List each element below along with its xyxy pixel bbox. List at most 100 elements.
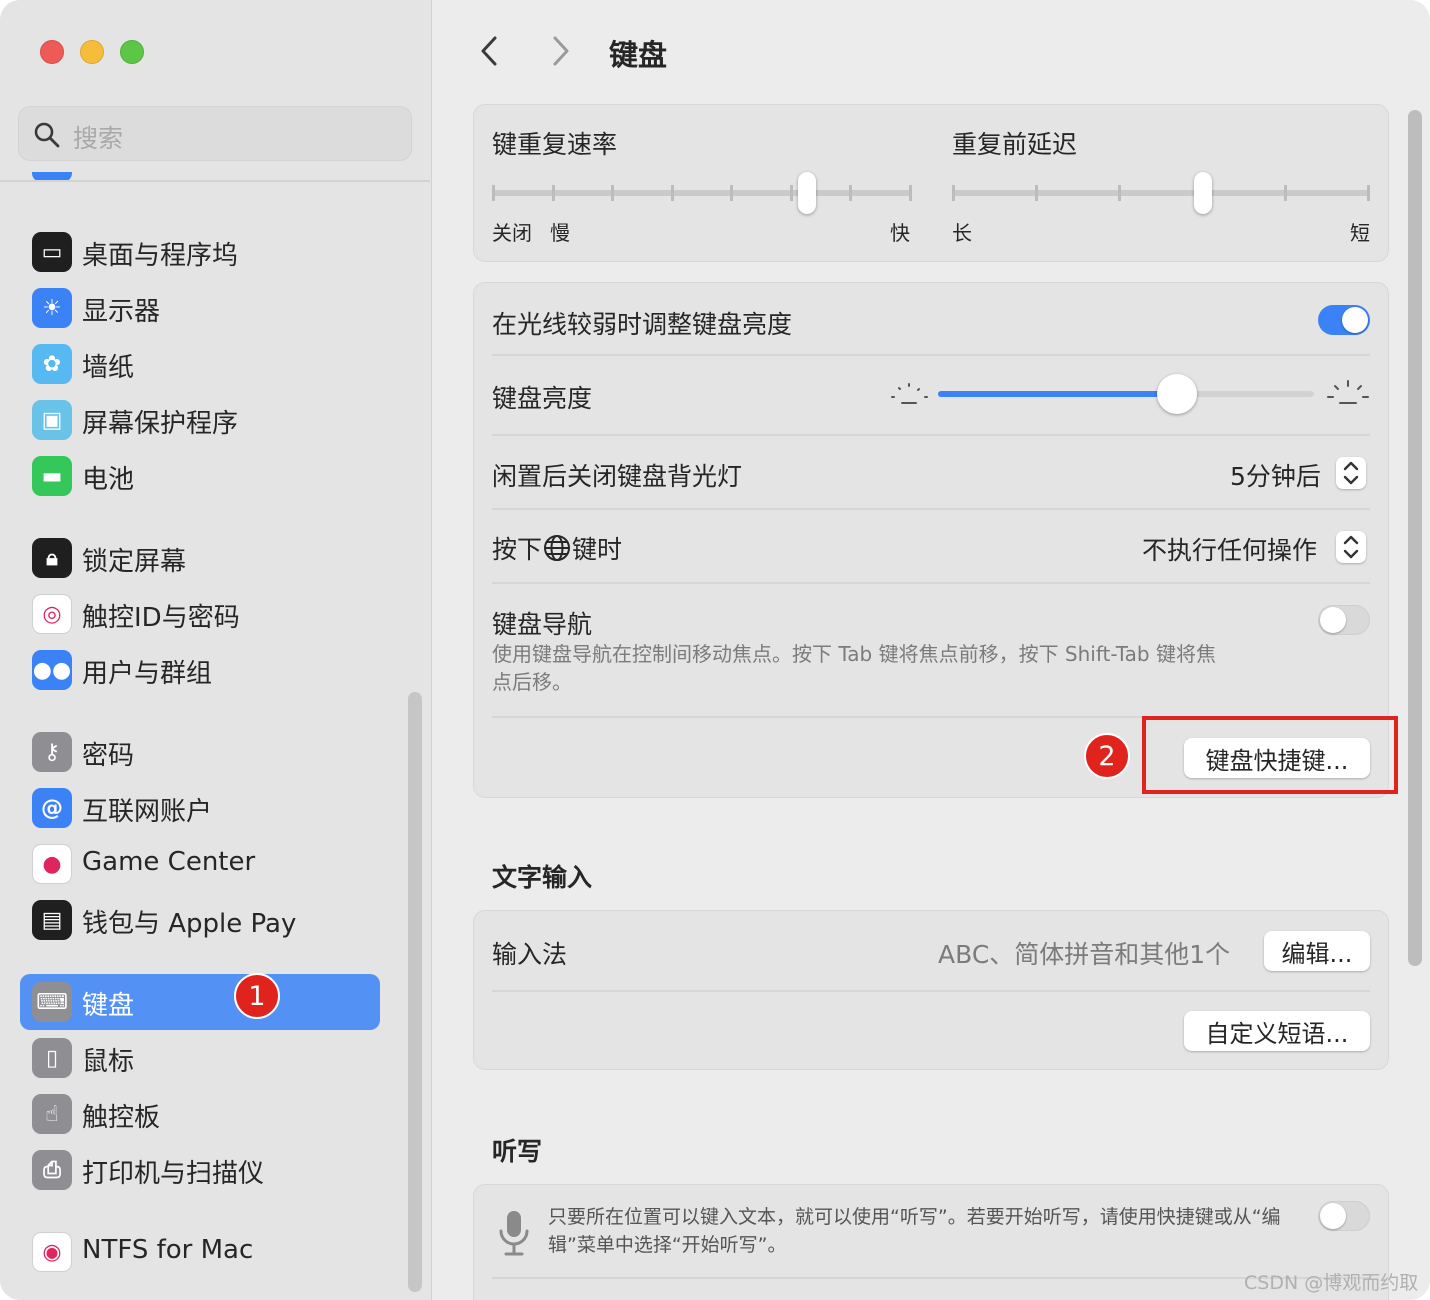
globe-stepper[interactable] [1336,531,1366,563]
globe-key-label: 按下 键时 [492,531,622,565]
sidebar-item-label: 键盘 [82,991,135,1021]
battery-icon: ▬ [32,456,72,496]
key-repeat-card: 键重复速率 重复前延迟 关闭 慢 快 长 短 [473,104,1389,262]
idle-label: 闲置后关闭键盘背光灯 [492,462,743,491]
sidebar-item[interactable]: ◎ 触控ID与密码 [20,586,380,642]
sidebar-item[interactable]: ●● 用户与群组 [20,642,380,698]
sidebar-item-label: 触控板 [82,1103,161,1133]
forward-arrow-icon[interactable] [547,34,573,68]
sidebar-item[interactable]: ▬ 电池 [20,448,380,504]
sidebar-item[interactable]: ◉ NTFS for Mac [20,1224,380,1280]
page-title: 键盘 [609,38,668,72]
repeat-rate-knob[interactable] [798,172,816,214]
slider-tick [671,185,674,201]
game-center-icon: ● [32,844,72,884]
sidebar-item[interactable]: ▭ 桌面与程序坞 [20,224,380,280]
globe-value[interactable]: 不执行任何操作 [1142,531,1317,567]
slider-tick [1035,185,1038,201]
globe-label-pre: 按下 [492,535,543,564]
globe-icon [544,535,571,561]
slider-tick [1367,185,1370,201]
custom-phrases-button[interactable]: 自定义短语... [1184,1011,1370,1051]
up-down-chevron-icon [1343,535,1359,559]
sidebar-item[interactable]: ⎙ 打印机与扫描仪 [20,1142,380,1198]
dictation-section-title: 听写 [492,1137,543,1166]
wallet-icon: ▤ [32,900,72,940]
sidebar-item[interactable]: ▣ 屏幕保护程序 [20,392,380,448]
search-field[interactable]: 搜索 [18,106,412,161]
auto-adjust-label: 在光线较弱时调整键盘亮度 [492,310,793,339]
sidebar-item-label: 显示器 [82,297,161,327]
repeat-delay-slider[interactable] [952,171,1370,215]
sidebar-scrollbar[interactable] [408,692,422,1292]
brightness-slider[interactable] [938,373,1314,415]
close-button[interactable] [40,40,64,64]
sidebar-item[interactable]: ☀ 显示器 [20,280,380,336]
row-separator [492,1277,1370,1279]
sidebar-item-label: 电池 [82,465,135,495]
sidebar-item-label: 桌面与程序坞 [82,241,239,271]
keyboard-nav-label: 键盘导航 [492,610,593,639]
sidebar-item[interactable]: ▤ 钱包与 Apple Pay [20,892,380,948]
search-placeholder: 搜索 [73,124,124,153]
dock-icon: ▭ [32,232,72,272]
row-separator [492,990,1370,992]
keyboard-icon: ⌨ [32,982,72,1022]
sidebar-item[interactable]: ✿ 墙纸 [20,336,380,392]
sidebar-item-label: 密码 [82,741,135,771]
sidebar-item-label: 锁定屏幕 [82,547,187,577]
slider-tick [909,185,912,201]
sidebar-item[interactable]: 🔒︎ 锁定屏幕 [20,530,380,586]
brightness-high-icon [1327,380,1369,404]
main-scrollbar[interactable] [1408,110,1422,966]
fingerprint-icon: ◎ [32,594,72,634]
sidebar-item-label: 触控ID与密码 [82,603,240,633]
input-method-label: 输入法 [492,940,568,969]
at-icon: @ [32,788,72,828]
sidebar-item-label: 鼠标 [82,1047,135,1077]
repeat-rate-slider[interactable] [492,171,912,215]
edit-input-methods-button[interactable]: 编辑... [1264,931,1370,971]
watermark: CSDN @博观而约取 [1244,1272,1419,1294]
brightness-knob[interactable] [1157,374,1197,414]
sidebar-item[interactable]: ⚷ 密码 [20,724,380,780]
sidebar-item[interactable]: @ 互联网账户 [20,780,380,836]
flower-icon: ✿ [32,344,72,384]
sidebar-item[interactable]: ● Game Center [20,836,380,892]
slider-tick [790,185,793,201]
sidebar-item[interactable]: ⌨ 键盘 [20,974,380,1030]
sidebar: 搜索 ▭ 桌面与程序坞 ☀ 显示器 ✿ 墙纸 ▣ 屏幕保护程序 ▬ 电池 🔒︎ 锁定屏幕 ◎ 触控ID与密… [0,0,432,1300]
repeat-delay-knob[interactable] [1194,172,1212,214]
sidebar-item-label: 互联网账户 [82,797,213,827]
brightness-label: 键盘亮度 [492,384,593,413]
repeat-delay-title: 重复前延迟 [952,130,1078,159]
annotation-highlight-box [1142,716,1398,794]
brightness-low-icon [891,383,928,404]
microphone-icon [499,1211,529,1256]
row-separator [492,434,1370,436]
repeat-rate-title: 键重复速率 [492,130,618,159]
idle-value[interactable]: 5分钟后 [1230,457,1321,493]
rate-label-slow: 慢 [550,221,570,245]
dictation-description: 只要所在位置可以键入文本，就可以使用“听写”。若要开始听写，请使用快捷键或从“编… [548,1206,1281,1256]
ntfs-icon: ◉ [32,1232,72,1272]
sidebar-divider [0,180,430,182]
slider-tick [1118,185,1121,201]
keyboard-nav-description: 使用键盘导航在控制间移动焦点。按下 Tab 键将焦点前移，按下 Shift-Ta… [492,642,1216,694]
users-icon: ●● [32,650,72,690]
idle-stepper[interactable] [1336,457,1366,489]
sidebar-item-label: 屏幕保护程序 [82,409,239,439]
back-arrow-icon[interactable] [477,34,503,68]
auto-adjust-toggle[interactable] [1318,305,1370,335]
text-input-section-title: 文字输入 [492,863,593,892]
sidebar-item[interactable]: ▯ 鼠标 [20,1030,380,1086]
mouse-icon: ▯ [32,1038,72,1078]
text-input-card: 输入法 ABC、简体拼音和其他1个 编辑... 自定义短语... [473,910,1389,1070]
minimize-button[interactable] [80,40,104,64]
dictation-toggle[interactable] [1318,1201,1370,1231]
keyboard-nav-toggle[interactable] [1318,605,1370,635]
delay-label-short: 短 [1350,221,1370,245]
sun-icon: ☀ [32,288,72,328]
sidebar-item[interactable]: ☝ 触控板 [20,1086,380,1142]
zoom-button[interactable] [120,40,144,64]
